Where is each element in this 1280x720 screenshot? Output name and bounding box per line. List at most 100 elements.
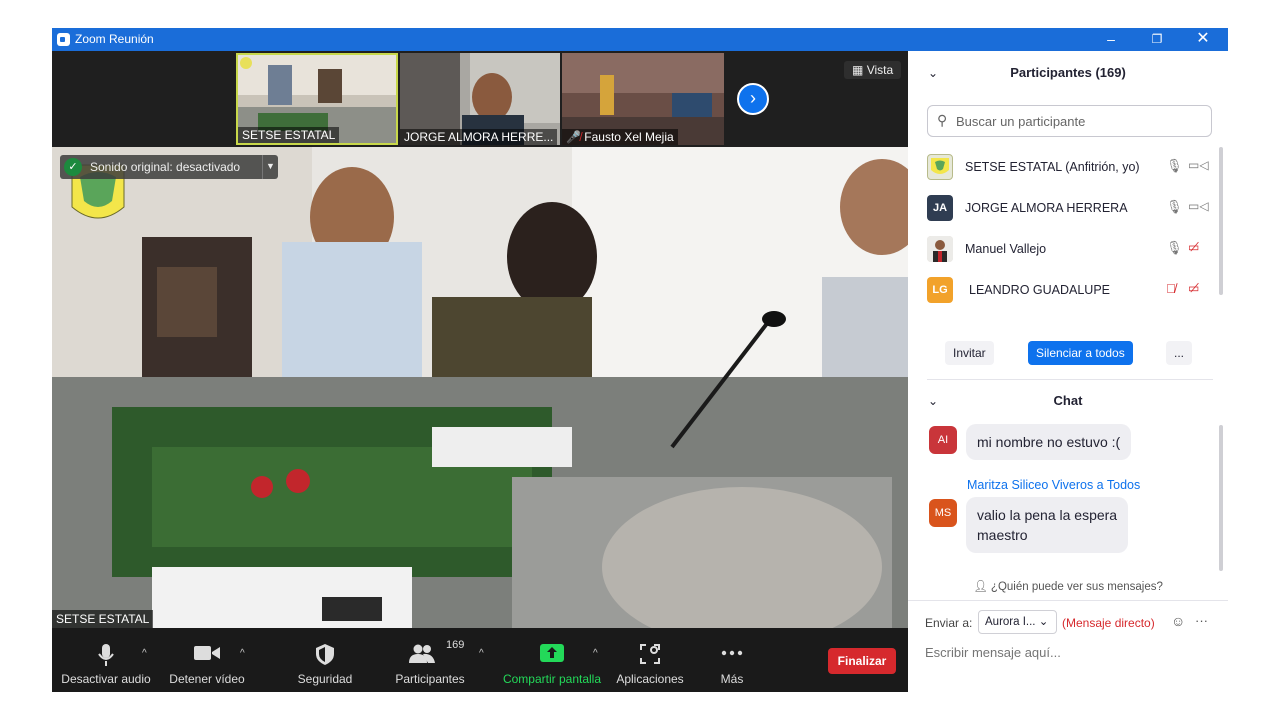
meeting-toolbar: Desactivar audio ^ Detener vídeo ^ Segur… bbox=[52, 628, 908, 692]
chat-scrollbar[interactable] bbox=[1219, 425, 1223, 571]
active-speaker-video: ✓ Sonido original: desactivado ▼ SETSE E… bbox=[52, 147, 908, 628]
chat-message: valio la pena la espera maestro bbox=[966, 497, 1129, 553]
participants-title: Participantes (169) bbox=[1010, 65, 1126, 80]
avatar bbox=[927, 236, 953, 262]
recipient-value: Aurora I... bbox=[985, 616, 1036, 628]
next-page-button[interactable]: › bbox=[737, 83, 769, 115]
participant-row[interactable]: SETSE ESTATAL (Anfitrión, yo) 🎙︎ ▭◁ bbox=[908, 147, 1218, 188]
microphone-icon[interactable]: 🎙︎ bbox=[1166, 199, 1183, 215]
logo-avatar-image bbox=[931, 158, 949, 174]
original-sound-label: Sonido original: desactivado bbox=[90, 160, 241, 174]
thumbnail-setse[interactable]: SETSE ESTATAL bbox=[236, 53, 398, 145]
thumbnail-name: JORGE ALMORA HERRE... bbox=[400, 129, 558, 145]
muted-mic-icon: 🎤̸ bbox=[566, 130, 581, 144]
participant-row[interactable]: Manuel Vallejo 🎙︎ ▭̸ bbox=[908, 229, 1218, 270]
participants-options-caret[interactable]: ^ bbox=[479, 648, 484, 659]
more-dots-icon bbox=[721, 650, 743, 656]
participants-label: Participantes bbox=[395, 672, 465, 686]
chat-title: Chat bbox=[1053, 393, 1083, 408]
thumbnail-jorge[interactable]: JORGE ALMORA HERRE... bbox=[400, 53, 560, 145]
security-label: Seguridad bbox=[297, 672, 353, 686]
avatar: MS bbox=[929, 499, 957, 527]
participants-icon bbox=[409, 644, 435, 663]
participant-search-input[interactable]: ⚲ Buscar un participante bbox=[927, 105, 1212, 137]
video-off-icon[interactable]: ▭̸ bbox=[1188, 240, 1199, 254]
share-options-caret[interactable]: ^ bbox=[593, 648, 598, 659]
participants-more-button[interactable]: ... bbox=[1166, 341, 1193, 365]
chevron-down-icon: ⌄ bbox=[1038, 616, 1049, 628]
thumbnail-fausto[interactable]: 🎤̸ Fausto Xel Mejia bbox=[562, 53, 724, 145]
chevron-down-icon[interactable]: ▼ bbox=[262, 155, 278, 179]
person-info-icon: 👤︎ bbox=[973, 581, 988, 593]
thumbnail-name-text: Fausto Xel Mejia bbox=[584, 130, 674, 144]
participant-name: JORGE ALMORA HERRERA bbox=[965, 201, 1128, 215]
participant-list: SETSE ESTATAL (Anfitrión, yo) 🎙︎ ▭◁ JA J… bbox=[908, 147, 1228, 311]
participant-name: LEANDRO GUADALUPE bbox=[969, 283, 1111, 297]
participants-count: 169 bbox=[446, 639, 465, 651]
photo-avatar-image bbox=[927, 236, 953, 262]
video-off-icon[interactable]: ▭̸ bbox=[1188, 281, 1199, 295]
more-button[interactable]: Más bbox=[706, 628, 758, 692]
video-camera-icon[interactable]: ▭◁ bbox=[1188, 199, 1209, 213]
view-button[interactable]: ▦ Vista bbox=[844, 61, 902, 79]
apps-icon bbox=[640, 644, 660, 664]
mute-audio-label: Desactivar audio bbox=[61, 672, 151, 686]
avatar: LG bbox=[927, 277, 953, 303]
video-camera-icon[interactable]: ▭◁ bbox=[1188, 158, 1209, 172]
apps-button[interactable]: Aplicaciones bbox=[614, 628, 686, 692]
who-can-see-label: ¿Quién puede ver sus mensajes? bbox=[990, 581, 1163, 593]
who-can-see-link[interactable]: 👤︎ ¿Quién puede ver sus mensajes? bbox=[908, 579, 1228, 593]
search-icon: ⚲ bbox=[937, 112, 948, 128]
stop-video-button[interactable]: Detener vídeo bbox=[162, 628, 252, 692]
microphone-icon bbox=[98, 644, 114, 666]
restore-button[interactable]: ❐ bbox=[1134, 28, 1180, 51]
thumbnail-name: 🎤̸ Fausto Xel Mejia bbox=[562, 129, 678, 145]
zoom-window: Zoom Reunión – ❐ ✕ SETSE ESTATAL JORGE A… bbox=[52, 28, 1228, 692]
apps-label: Aplicaciones bbox=[616, 672, 684, 686]
speaker-video-frame bbox=[52, 147, 908, 628]
more-label: Más bbox=[720, 672, 744, 686]
chevron-down-icon[interactable]: ⌄ bbox=[928, 379, 938, 423]
minimize-button[interactable]: – bbox=[1088, 28, 1134, 51]
share-screen-button[interactable]: Compartir pantalla bbox=[500, 628, 604, 692]
mute-audio-button[interactable]: Desactivar audio bbox=[60, 628, 152, 692]
muted-mic-icon[interactable]: 🎙̸ bbox=[1166, 281, 1176, 296]
invite-button[interactable]: Invitar bbox=[945, 341, 994, 365]
close-button[interactable]: ✕ bbox=[1180, 28, 1226, 51]
chat-header: ⌄ Chat bbox=[908, 379, 1228, 423]
video-options-caret[interactable]: ^ bbox=[240, 648, 245, 659]
microphone-icon[interactable]: 🎙︎ bbox=[1166, 158, 1183, 174]
participants-button[interactable]: 169 Participantes bbox=[392, 628, 468, 692]
mute-all-button[interactable]: Silenciar a todos bbox=[1028, 341, 1133, 365]
security-button[interactable]: Seguridad bbox=[290, 628, 360, 692]
participant-row[interactable]: JA JORGE ALMORA HERRERA 🎙︎ ▭◁ bbox=[908, 188, 1218, 229]
participants-scrollbar[interactable] bbox=[1219, 147, 1223, 295]
title-bar: Zoom Reunión – ❐ ✕ bbox=[52, 28, 1228, 51]
direct-message-label: (Mensaje directo) bbox=[1062, 616, 1155, 630]
send-to-label: Enviar a: bbox=[925, 616, 973, 630]
microphone-icon[interactable]: 🎙︎ bbox=[1166, 240, 1183, 256]
original-sound-toggle[interactable]: ✓ Sonido original: desactivado ▼ bbox=[60, 155, 278, 179]
chat-more-icon[interactable]: ··· bbox=[1195, 613, 1208, 628]
grid-icon: ▦ bbox=[852, 63, 864, 77]
speaker-name-tag: SETSE ESTATAL bbox=[52, 610, 154, 628]
participant-row[interactable]: LG LEANDRO GUADALUPE 🎙̸ ▭̸ bbox=[908, 270, 1218, 311]
thumbnail-name: SETSE ESTATAL bbox=[238, 127, 340, 143]
zoom-app-icon bbox=[57, 33, 70, 46]
audio-options-caret[interactable]: ^ bbox=[142, 648, 147, 659]
chevron-down-icon[interactable]: ⌄ bbox=[928, 51, 938, 95]
chat-divider bbox=[908, 600, 1228, 601]
chat-message-line: valio la pena la espera bbox=[977, 507, 1118, 523]
shield-icon bbox=[316, 644, 334, 665]
video-area: SETSE ESTATAL JORGE ALMORA HERRE... 🎤̸ F… bbox=[52, 51, 908, 692]
end-meeting-button[interactable]: Finalizar bbox=[828, 648, 896, 674]
emoji-icon[interactable]: ☺ bbox=[1171, 613, 1185, 629]
chat-compose-input[interactable] bbox=[925, 642, 1215, 662]
window-title: Zoom Reunión bbox=[75, 32, 154, 46]
share-screen-label: Compartir pantalla bbox=[502, 672, 602, 686]
video-camera-icon bbox=[194, 646, 220, 660]
view-label: Vista bbox=[866, 63, 894, 77]
recipient-select[interactable]: Aurora I... ⌄ bbox=[978, 610, 1057, 634]
chevron-right-icon: › bbox=[750, 88, 756, 108]
participant-name: Manuel Vallejo bbox=[965, 242, 1047, 256]
